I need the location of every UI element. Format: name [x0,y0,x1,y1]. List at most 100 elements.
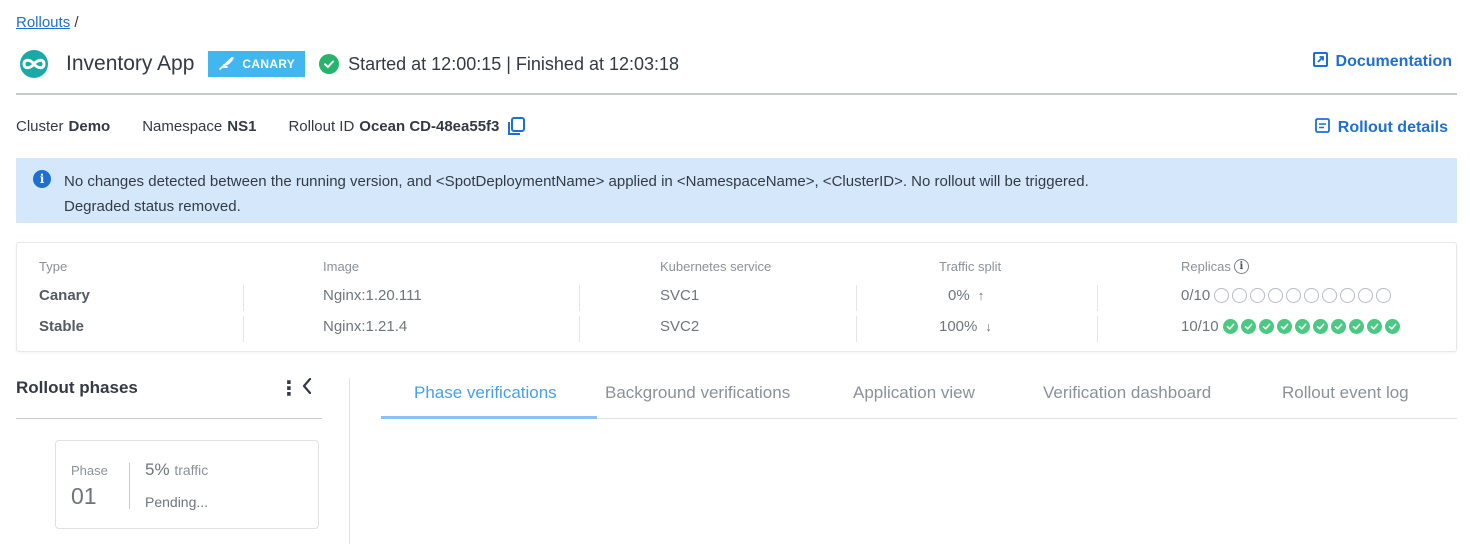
replica-ready-icon [1258,319,1274,334]
replica-pending-icon [1376,288,1392,303]
column-separator [579,285,580,311]
column-header-traffic: Traffic split [939,259,1002,274]
replicas-count: 10/10 [1181,318,1219,335]
breadcrumb: Rollouts / [16,14,79,31]
namespace-info: Namespace NS1 [142,118,256,135]
replica-ready-icon [1312,319,1328,334]
replica-ready-icon [1348,319,1364,334]
row-canary-replicas: 0/10 [1181,287,1392,304]
column-header-image: Image [323,259,360,274]
replica-pending-icon [1250,288,1266,303]
rollout-status-text: Started at 12:00:15 | Finished at 12:03:… [348,53,680,74]
cluster-info: Cluster Demo [16,118,110,135]
replica-ready-icon [1294,319,1310,334]
column-header-type: Type [39,259,68,274]
traffic-value: 100% [939,318,978,335]
column-separator [856,285,857,311]
banner-message-secondary: Degraded status removed. [64,198,241,215]
arrow-up-icon: ↑ [977,288,985,303]
check-circle-icon [319,54,340,74]
replicas-count: 0/10 [1181,287,1211,304]
tab-rollout-event-log[interactable]: Rollout event log [1282,383,1409,403]
traffic-value: 0% [948,287,970,304]
info-icon: i [33,170,51,188]
row-canary-service: SVC1 [660,287,700,304]
column-separator [1097,285,1098,311]
column-header-service: Kubernetes service [660,259,772,274]
copy-icon[interactable] [507,117,526,136]
column-separator [856,316,857,342]
documentation-link[interactable]: Documentation [1312,52,1452,72]
rollout-phases-title: Rollout phases [16,378,138,397]
column-separator [579,316,580,342]
phase-card[interactable]: Phase 01 5% traffic Pending... [55,440,319,529]
rollout-tabs: Phase verifications Background verificat… [381,374,1457,419]
phases-divider [16,418,322,419]
documentation-link-label: Documentation [1335,53,1452,70]
badge-label: CANARY [242,57,296,71]
rollout-summary-table: Type Image Kubernetes service Traffic sp… [16,242,1457,352]
row-stable-type: Stable [39,318,85,335]
namespace-label: Namespace [142,118,223,135]
info-banner: i No changes detected between the runnin… [16,158,1457,223]
replica-indicators [1214,288,1392,303]
row-stable-traffic: 100% ↓ [939,318,992,335]
row-canary-image: Nginx:1.20.111 [323,287,422,304]
arrow-down-icon: ↓ [985,319,992,334]
replica-ready-icon [1366,319,1382,334]
replica-pending-icon [1304,288,1320,303]
row-stable-image: Nginx:1.21.4 [323,318,408,335]
header-divider [16,93,1457,95]
rollout-id-label: Rollout ID [288,118,355,135]
chevron-left-icon[interactable] [301,377,313,400]
feather-icon [218,56,236,73]
row-stable-service: SVC2 [660,318,700,335]
breadcrumb-rollouts-link[interactable]: Rollouts [16,14,70,31]
phase-traffic: 5% traffic [145,460,208,480]
tab-phase-verifications[interactable]: Phase verifications [414,383,557,403]
replica-ready-icon [1276,319,1292,334]
replica-indicators [1222,319,1400,334]
replica-pending-icon [1322,288,1338,303]
phase-traffic-unit: traffic [174,462,209,478]
rollout-id-value: Ocean CD-48ea55f3 [359,118,500,135]
rollout-details-label: Rollout details [1337,119,1448,136]
infinity-logo-icon [16,49,52,79]
tab-verification-dashboard[interactable]: Verification dashboard [1043,383,1211,403]
active-tab-indicator [381,416,597,419]
rollout-meta: Cluster Demo Namespace NS1 Rollout ID Oc… [16,117,557,136]
replica-pending-icon [1358,288,1374,303]
phase-status: Pending... [145,494,209,510]
replica-ready-icon [1240,319,1256,334]
phase-number: 01 [71,483,97,509]
replicas-header-label: Replicas [1181,259,1231,274]
phase-label: Phase [71,463,108,478]
replica-pending-icon [1340,288,1356,303]
column-separator [1097,316,1098,342]
replica-ready-icon [1384,319,1400,334]
tab-application-view[interactable]: Application view [853,383,975,403]
replica-ready-icon [1222,319,1238,334]
breadcrumb-separator: / [74,14,79,31]
banner-message: No changes detected between the running … [64,173,1089,190]
phase-card-separator [129,463,130,509]
namespace-value: NS1 [227,118,257,135]
document-icon [1314,118,1330,138]
column-separator [243,285,244,311]
kebab-menu-icon[interactable]: ⋮ [279,376,299,401]
info-icon[interactable]: i [1233,259,1249,274]
replica-pending-icon [1268,288,1284,303]
column-header-replicas: Replicas i [1181,259,1249,274]
row-canary-traffic: 0% ↑ [948,287,984,304]
row-stable-replicas: 10/10 [1181,318,1400,335]
page-header: Inventory App CANARY Started at 12:00:15… [16,48,1452,80]
column-separator [243,316,244,342]
external-link-icon [1312,52,1328,72]
replica-ready-icon [1330,319,1346,334]
rollout-details-link[interactable]: Rollout details [1314,118,1448,138]
tab-background-verifications[interactable]: Background verifications [605,383,790,403]
phase-traffic-value: 5% [145,460,170,479]
rollout-id-info: Rollout ID Ocean CD-48ea55f3 [288,117,526,136]
panel-divider [349,378,350,544]
cluster-label: Cluster [16,118,64,135]
